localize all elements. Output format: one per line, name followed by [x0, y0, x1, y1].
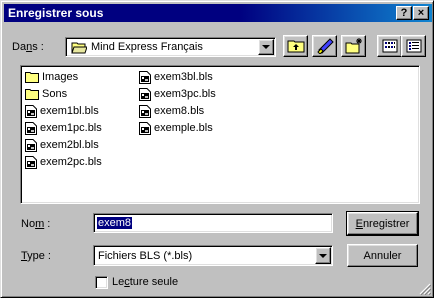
file-name: exem1bl.bls [40, 105, 99, 117]
size-grip-icon[interactable] [419, 283, 431, 295]
folder-item[interactable]: Images [25, 69, 78, 85]
file-item[interactable]: exem3pc.bls [139, 86, 216, 102]
bls-file-icon [139, 104, 151, 118]
readonly-label[interactable]: Lecture seule [112, 276, 178, 288]
bls-file-icon [25, 104, 37, 118]
file-name: exem3bl.bls [154, 71, 213, 83]
file-name: Sons [42, 88, 68, 100]
file-item[interactable]: exem8.bls [139, 103, 204, 119]
save-button-label: Enregistrer [355, 217, 410, 230]
bls-file-icon [25, 155, 37, 169]
file-item[interactable]: exem2pc.bls [25, 154, 102, 170]
file-item[interactable]: exem1bl.bls [25, 103, 99, 119]
save-as-dialog: Enregistrer sous ? × Dans : Mind Express… [0, 0, 434, 298]
up-one-level-button[interactable] [283, 35, 308, 57]
help-icon: ? [400, 7, 408, 19]
file-list[interactable]: Images Sons exem1bl.bls exem1pc.bls exem2bl.… [20, 65, 420, 204]
file-name: exem2bl.bls [40, 139, 99, 151]
file-name: exemple.bls [154, 122, 213, 134]
window-title: Enregistrer sous [8, 6, 104, 20]
filetype-label: Type : [21, 250, 51, 262]
chevron-down-icon [262, 45, 270, 49]
chevron-down-icon [319, 253, 327, 258]
bls-file-icon [25, 138, 37, 152]
bls-file-icon [139, 121, 151, 135]
folder-item[interactable]: Sons [25, 86, 67, 102]
file-name: exem3pc.bls [154, 88, 216, 100]
new-folder-button[interactable] [341, 35, 366, 57]
filename-value: exem8 [97, 217, 133, 229]
filename-input[interactable]: exem8 [93, 213, 333, 233]
list-view-button[interactable] [377, 35, 402, 57]
location-value: Mind Express Français [91, 41, 203, 53]
new-folder-icon [345, 38, 362, 54]
filename-label: Nom : [21, 218, 51, 230]
bls-file-icon [139, 70, 151, 84]
bls-file-icon [139, 87, 151, 101]
location-dropdown-button[interactable] [258, 39, 274, 55]
file-item[interactable]: exem2bl.bls [25, 137, 99, 153]
close-icon: × [417, 7, 425, 19]
readonly-checkbox[interactable] [95, 276, 108, 289]
file-item[interactable]: exem3bl.bls [139, 69, 213, 85]
desktop-icon [316, 38, 334, 54]
title-bar: Enregistrer sous ? × [4, 4, 432, 22]
file-item[interactable]: exemple.bls [139, 120, 213, 136]
cancel-button[interactable]: Annuler [347, 244, 418, 267]
file-name: exem1pc.bls [40, 122, 102, 134]
file-item[interactable]: exem1pc.bls [25, 120, 102, 136]
cancel-button-label: Annuler [363, 249, 402, 262]
folder-icon [25, 89, 39, 100]
folder-up-icon [287, 40, 304, 53]
open-folder-icon [71, 42, 87, 54]
details-view-button[interactable] [401, 35, 426, 57]
file-name: Images [42, 71, 79, 83]
location-dropdown[interactable]: Mind Express Français [65, 37, 276, 57]
list-view-icon [382, 39, 397, 53]
location-label: Dans : [12, 41, 44, 53]
save-button-frame: Enregistrer [346, 211, 419, 236]
filetype-dropdown-button[interactable] [315, 247, 331, 264]
save-button[interactable]: Enregistrer [347, 212, 418, 235]
desktop-button[interactable] [312, 35, 337, 57]
bls-file-icon [25, 121, 37, 135]
details-view-icon [406, 39, 421, 53]
help-button[interactable]: ? [396, 6, 412, 20]
close-button[interactable]: × [413, 6, 429, 20]
folder-icon [25, 72, 39, 83]
file-name: exem2pc.bls [40, 156, 102, 168]
file-name: exem8.bls [154, 105, 205, 117]
filetype-dropdown[interactable]: Fichiers BLS (*.bls) [93, 245, 333, 266]
filetype-value: Fichiers BLS (*.bls) [98, 250, 193, 262]
